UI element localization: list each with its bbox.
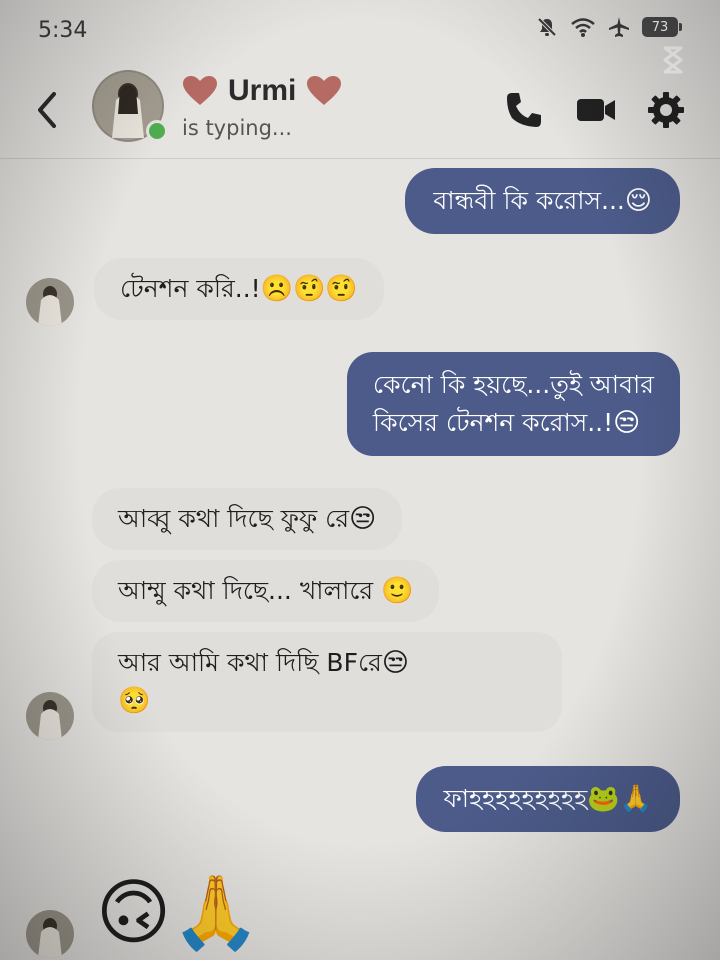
emoji: 🥺: [118, 686, 151, 716]
outgoing-message[interactable]: ফাহহহহহহহহহ🐸🙏: [415, 766, 680, 832]
incoming-message[interactable]: আম্মু কথা দিছে... খালারে 🙂: [92, 560, 440, 622]
avatar[interactable]: [26, 692, 74, 740]
emoji: 🐸🙏: [587, 784, 652, 814]
emoji: 😌: [624, 186, 652, 216]
typing-status: is typing...: [182, 116, 292, 140]
emoji: ☹️🤨🤨: [260, 274, 358, 304]
incoming-message[interactable]: টেনশন করি..!☹️🤨🤨: [94, 258, 384, 320]
message-text: টেনশন করি..!: [120, 274, 261, 303]
incoming-message[interactable]: আব্বু কথা দিছে ফুফু রে😒: [92, 488, 403, 550]
status-time: 5:34: [38, 18, 88, 43]
message-text: বান্ধবী কি করোস...: [433, 186, 625, 215]
chat-header: Urmi is typing...: [0, 62, 720, 159]
incoming-message[interactable]: আর আমি কথা দিছি BFরে😒 🥺: [92, 632, 562, 732]
message-text: কেনো কি হয়ছে...তুই আবার: [372, 370, 654, 399]
phone-icon[interactable]: [504, 90, 544, 130]
avatar[interactable]: [26, 278, 74, 326]
back-icon[interactable]: [34, 90, 60, 130]
emoji: 🙂: [381, 576, 414, 606]
big-emoji-message[interactable]: 🙃🙏: [96, 870, 261, 954]
message-text: কিসের টেনশন করোস..!: [372, 408, 614, 437]
wifi-icon: [571, 18, 595, 37]
battery-icon: 73: [642, 17, 682, 37]
heart-icon: [183, 76, 217, 105]
contact-name: Urmi: [228, 74, 297, 107]
heart-icon: [307, 76, 342, 105]
contact-name-row[interactable]: Urmi: [182, 74, 342, 108]
avatar[interactable]: [26, 910, 74, 958]
emoji: 😒: [381, 648, 409, 678]
mute-icon: [537, 17, 557, 37]
settings-icon[interactable]: [646, 90, 686, 130]
status-icons: 73: [536, 16, 682, 38]
message-text: ফাহহহহহহহহহ: [443, 784, 588, 813]
online-indicator: [146, 120, 168, 142]
message-text: আব্বু কথা দিছে ফুফু রে: [118, 504, 350, 533]
airplane-icon: [609, 17, 629, 37]
message-text: আর আমি কথা দিছি BFরে: [118, 648, 382, 677]
outgoing-message[interactable]: কেনো কি হয়ছে...তুই আবার কিসের টেনশন করো…: [346, 352, 680, 456]
emoji: 😒: [349, 504, 377, 534]
message-text: আম্মু কথা দিছে... খালারে: [118, 576, 382, 605]
video-icon[interactable]: [576, 90, 616, 130]
status-bar: 5:34 73: [0, 0, 720, 74]
emoji: 😒: [613, 408, 641, 438]
outgoing-message[interactable]: বান্ধবী কি করোস...😌: [405, 168, 680, 234]
